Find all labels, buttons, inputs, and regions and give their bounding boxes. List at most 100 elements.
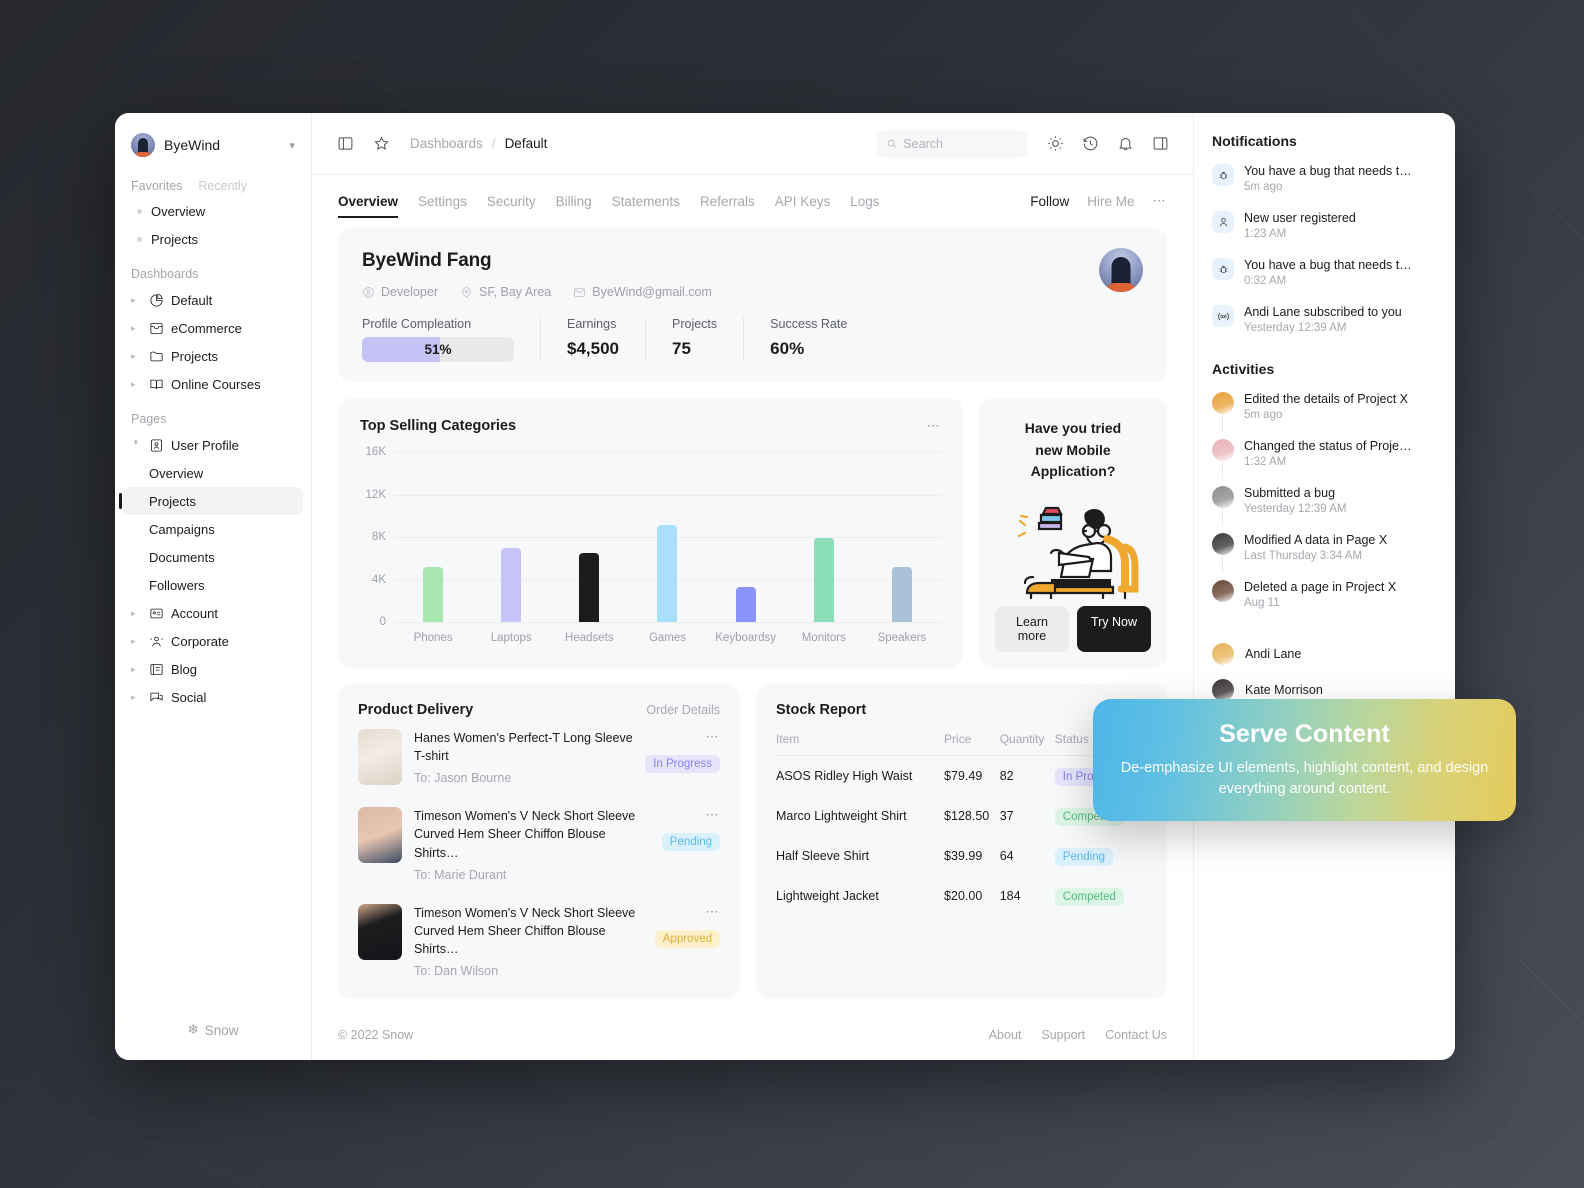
- chevron-right-icon[interactable]: ▸: [131, 636, 141, 646]
- tab-overview[interactable]: Overview: [338, 194, 399, 218]
- sidebar-item-user-profile-documents[interactable]: Documents: [123, 543, 303, 571]
- panel-left-icon[interactable]: [332, 131, 358, 157]
- x-axis-label: Laptops: [490, 632, 532, 644]
- card-header: Stock Report View All: [776, 702, 1147, 718]
- notification-body: New user registered 1:23 AM: [1244, 211, 1437, 240]
- sidebar-item-favorites-projects[interactable]: Projects: [123, 225, 303, 253]
- notification-body: You have a bug that needs t… 0:32 AM: [1244, 258, 1437, 287]
- chevron-right-icon[interactable]: ▸: [131, 295, 141, 305]
- more-options-icon[interactable]: ⋯: [927, 418, 942, 434]
- activity-body: Submitted a bug Yesterday 12:39 AM: [1244, 486, 1437, 515]
- chevron-right-icon[interactable]: ▸: [131, 323, 141, 333]
- tab-logs[interactable]: Logs: [850, 194, 879, 218]
- bell-icon[interactable]: [1112, 131, 1138, 157]
- order-details-link[interactable]: Order Details: [646, 703, 720, 717]
- list-item[interactable]: Hanes Women's Perfect-T Long Sleeve T-sh…: [358, 718, 720, 796]
- activity-text: Submitted a bug: [1244, 486, 1336, 500]
- search-box[interactable]: [877, 129, 1027, 158]
- sidebar-item-default[interactable]: ▸ Default: [123, 286, 303, 314]
- more-options-icon[interactable]: ⋯: [706, 729, 721, 745]
- tab-statements[interactable]: Statements: [612, 194, 680, 218]
- workspace-switcher[interactable]: ByeWind ▾: [123, 113, 303, 173]
- notification-item[interactable]: New user registered 1:23 AM: [1212, 202, 1437, 249]
- chevron-right-icon[interactable]: ▸: [131, 608, 141, 618]
- tab-settings[interactable]: Settings: [418, 194, 467, 218]
- chevron-down-icon[interactable]: ▸: [132, 440, 142, 450]
- sidebar-item-dashboards-projects[interactable]: ▸ Projects: [123, 342, 303, 370]
- activity-item[interactable]: Changed the status of Proje… 1:32 AM: [1212, 430, 1437, 479]
- tab-security[interactable]: Security: [487, 194, 536, 218]
- cell-quantity: 82: [999, 769, 1014, 784]
- follow-button[interactable]: Follow: [1030, 194, 1069, 209]
- footer-link[interactable]: About: [989, 1028, 1022, 1042]
- history-icon[interactable]: [1077, 131, 1103, 157]
- chevron-down-icon[interactable]: ▾: [289, 139, 295, 152]
- breadcrumb-parent[interactable]: Dashboards: [410, 136, 483, 151]
- chevron-right-icon[interactable]: ▸: [131, 692, 141, 702]
- tab-favorites[interactable]: Favorites: [131, 179, 182, 193]
- more-options-icon[interactable]: ⋯: [706, 904, 721, 920]
- notification-item[interactable]: Andi Lane subscribed to you Yesterday 12:…: [1212, 296, 1437, 343]
- breadcrumb-current[interactable]: Default: [505, 136, 548, 151]
- sidebar-item-user-profile[interactable]: ▸ User Profile: [123, 431, 303, 459]
- notification-item[interactable]: You have a bug that needs t… 0:32 AM: [1212, 249, 1437, 296]
- list-item[interactable]: Timeson Women's V Neck Short Sleeve Curv…: [358, 796, 720, 892]
- sidebar-item-user-profile-overview[interactable]: Overview: [123, 459, 303, 487]
- activity-item[interactable]: Deleted a page in Project X Aug 11: [1212, 571, 1437, 618]
- more-options-icon[interactable]: ⋯: [1153, 193, 1168, 209]
- sun-icon[interactable]: [1042, 131, 1068, 157]
- footer-link[interactable]: Contact Us: [1105, 1028, 1167, 1042]
- notification-item[interactable]: You have a bug that needs t… 5m ago: [1212, 155, 1437, 202]
- bar[interactable]: [813, 538, 834, 622]
- sidebar-item-user-profile-campaigns[interactable]: Campaigns: [123, 515, 303, 543]
- bar[interactable]: [579, 552, 600, 622]
- list-item[interactable]: Timeson Women's V Neck Short Sleeve Curv…: [358, 893, 720, 989]
- product-title: Timeson Women's V Neck Short Sleeve Curv…: [414, 809, 636, 860]
- star-icon[interactable]: [368, 131, 394, 157]
- sidebar-item-ecommerce[interactable]: ▸ eCommerce: [123, 314, 303, 342]
- chevron-right-icon[interactable]: ▸: [131, 379, 141, 389]
- bar[interactable]: [423, 566, 444, 622]
- sidebar-group-dashboards-label: Dashboards: [131, 267, 199, 281]
- profile-card: ByeWind Fang Developer SF, Bay Area ByeW…: [338, 228, 1167, 382]
- activity-item[interactable]: Modified A data in Page X Last Thursday 3…: [1212, 524, 1437, 573]
- sidebar-item-label: Corporate: [171, 633, 229, 649]
- sidebar-item-favorites-overview[interactable]: Overview: [123, 197, 303, 225]
- panel-right-icon[interactable]: [1147, 131, 1173, 157]
- sidebar-item-user-profile-projects[interactable]: Projects: [119, 487, 303, 515]
- table-row[interactable]: Lightweight Jacket $20.00 184 Competed: [776, 876, 1147, 916]
- product-thumbnail: [358, 807, 402, 864]
- sidebar-item-blog[interactable]: ▸ Blog: [123, 655, 303, 683]
- activities-title: Activities: [1212, 361, 1275, 377]
- search-input[interactable]: [903, 136, 1018, 151]
- activity-item[interactable]: Edited the details of Project X 5m ago: [1212, 383, 1437, 432]
- try-now-button[interactable]: Try Now: [1077, 606, 1151, 653]
- sidebar-item-label: Campaigns: [149, 521, 215, 537]
- sidebar-item-account[interactable]: ▸ Account: [123, 599, 303, 627]
- more-options-icon[interactable]: ⋯: [706, 807, 721, 823]
- chevron-right-icon[interactable]: ▸: [131, 351, 141, 361]
- book-open-icon: [148, 376, 164, 392]
- tab-referrals[interactable]: Referrals: [700, 194, 755, 218]
- bar[interactable]: [657, 525, 678, 622]
- table-row[interactable]: Half Sleeve Shirt $39.99 64 Pending: [776, 836, 1147, 876]
- bar[interactable]: [735, 586, 756, 622]
- breadcrumb: Dashboards / Default: [410, 136, 547, 151]
- activity-item[interactable]: Submitted a bug Yesterday 12:39 AM: [1212, 477, 1437, 526]
- tab-recently[interactable]: Recently: [198, 179, 247, 193]
- bar[interactable]: [501, 547, 522, 622]
- contact-item[interactable]: Andi Lane: [1212, 636, 1437, 672]
- sidebar-item-online-courses[interactable]: ▸ Online Courses: [123, 370, 303, 398]
- chevron-right-icon[interactable]: ▸: [131, 664, 141, 674]
- tab-billing[interactable]: Billing: [556, 194, 592, 218]
- hire-me-button[interactable]: Hire Me: [1087, 194, 1134, 209]
- bar[interactable]: [891, 566, 912, 622]
- sidebar-item-corporate[interactable]: ▸ Corporate: [123, 627, 303, 655]
- footer-link[interactable]: Support: [1041, 1028, 1085, 1042]
- table-row[interactable]: Marco Lightweight Shirt $128.50 37 Competed: [776, 796, 1147, 836]
- tab-api-keys[interactable]: API Keys: [775, 194, 831, 218]
- learn-more-button[interactable]: Learn more: [995, 606, 1069, 653]
- sidebar-item-social[interactable]: ▸ Social: [123, 683, 303, 711]
- table-row[interactable]: ASOS Ridley High Waist$79.4982In Progres…: [776, 756, 1147, 797]
- sidebar-item-user-profile-followers[interactable]: Followers: [123, 571, 303, 599]
